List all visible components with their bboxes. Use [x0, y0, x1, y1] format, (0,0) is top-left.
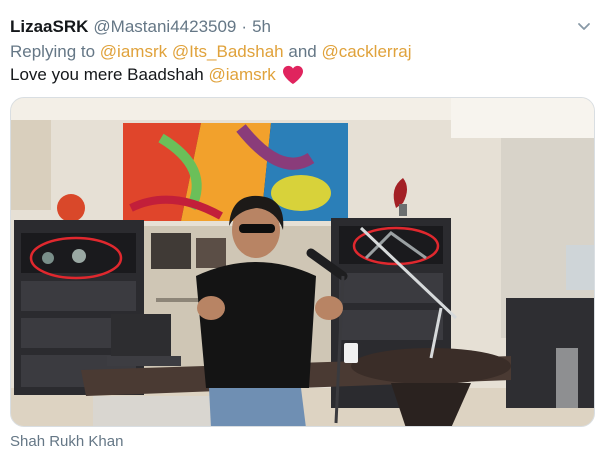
photo-scene: [11, 98, 594, 426]
red-heart-icon: [282, 65, 303, 85]
replying-to: Replying to @iamsrk @Its_Badshah and @ca…: [10, 42, 411, 62]
mention-cacklerraj[interactable]: @cacklerraj: [321, 42, 411, 61]
user-handle[interactable]: @Mastani4423509: [93, 17, 236, 37]
separator-dot: ·: [241, 17, 248, 36]
tweet-photo[interactable]: [10, 97, 595, 427]
chevron-down-icon[interactable]: [576, 18, 592, 34]
tweet-header: LizaaSRK @Mastani4423509 · 5h: [10, 17, 271, 37]
replying-to-and: and: [288, 42, 317, 61]
tweet-card: LizaaSRK @Mastani4423509 · 5h Replying t…: [0, 0, 600, 450]
tweet-body: Love you mere Baadshah: [10, 65, 204, 84]
photo-caption: Shah Rukh Khan: [10, 433, 124, 450]
tweet-time[interactable]: 5h: [252, 17, 271, 37]
mention-iamsrk-body[interactable]: @iamsrk: [208, 65, 275, 85]
display-name[interactable]: LizaaSRK: [10, 17, 88, 37]
mention-iamsrk[interactable]: @iamsrk: [100, 42, 167, 61]
mention-its-badshah[interactable]: @Its_Badshah: [172, 42, 284, 61]
tweet-text: Love you mere Baadshah @iamsrk: [10, 65, 304, 85]
replying-to-label: Replying to: [10, 42, 96, 61]
